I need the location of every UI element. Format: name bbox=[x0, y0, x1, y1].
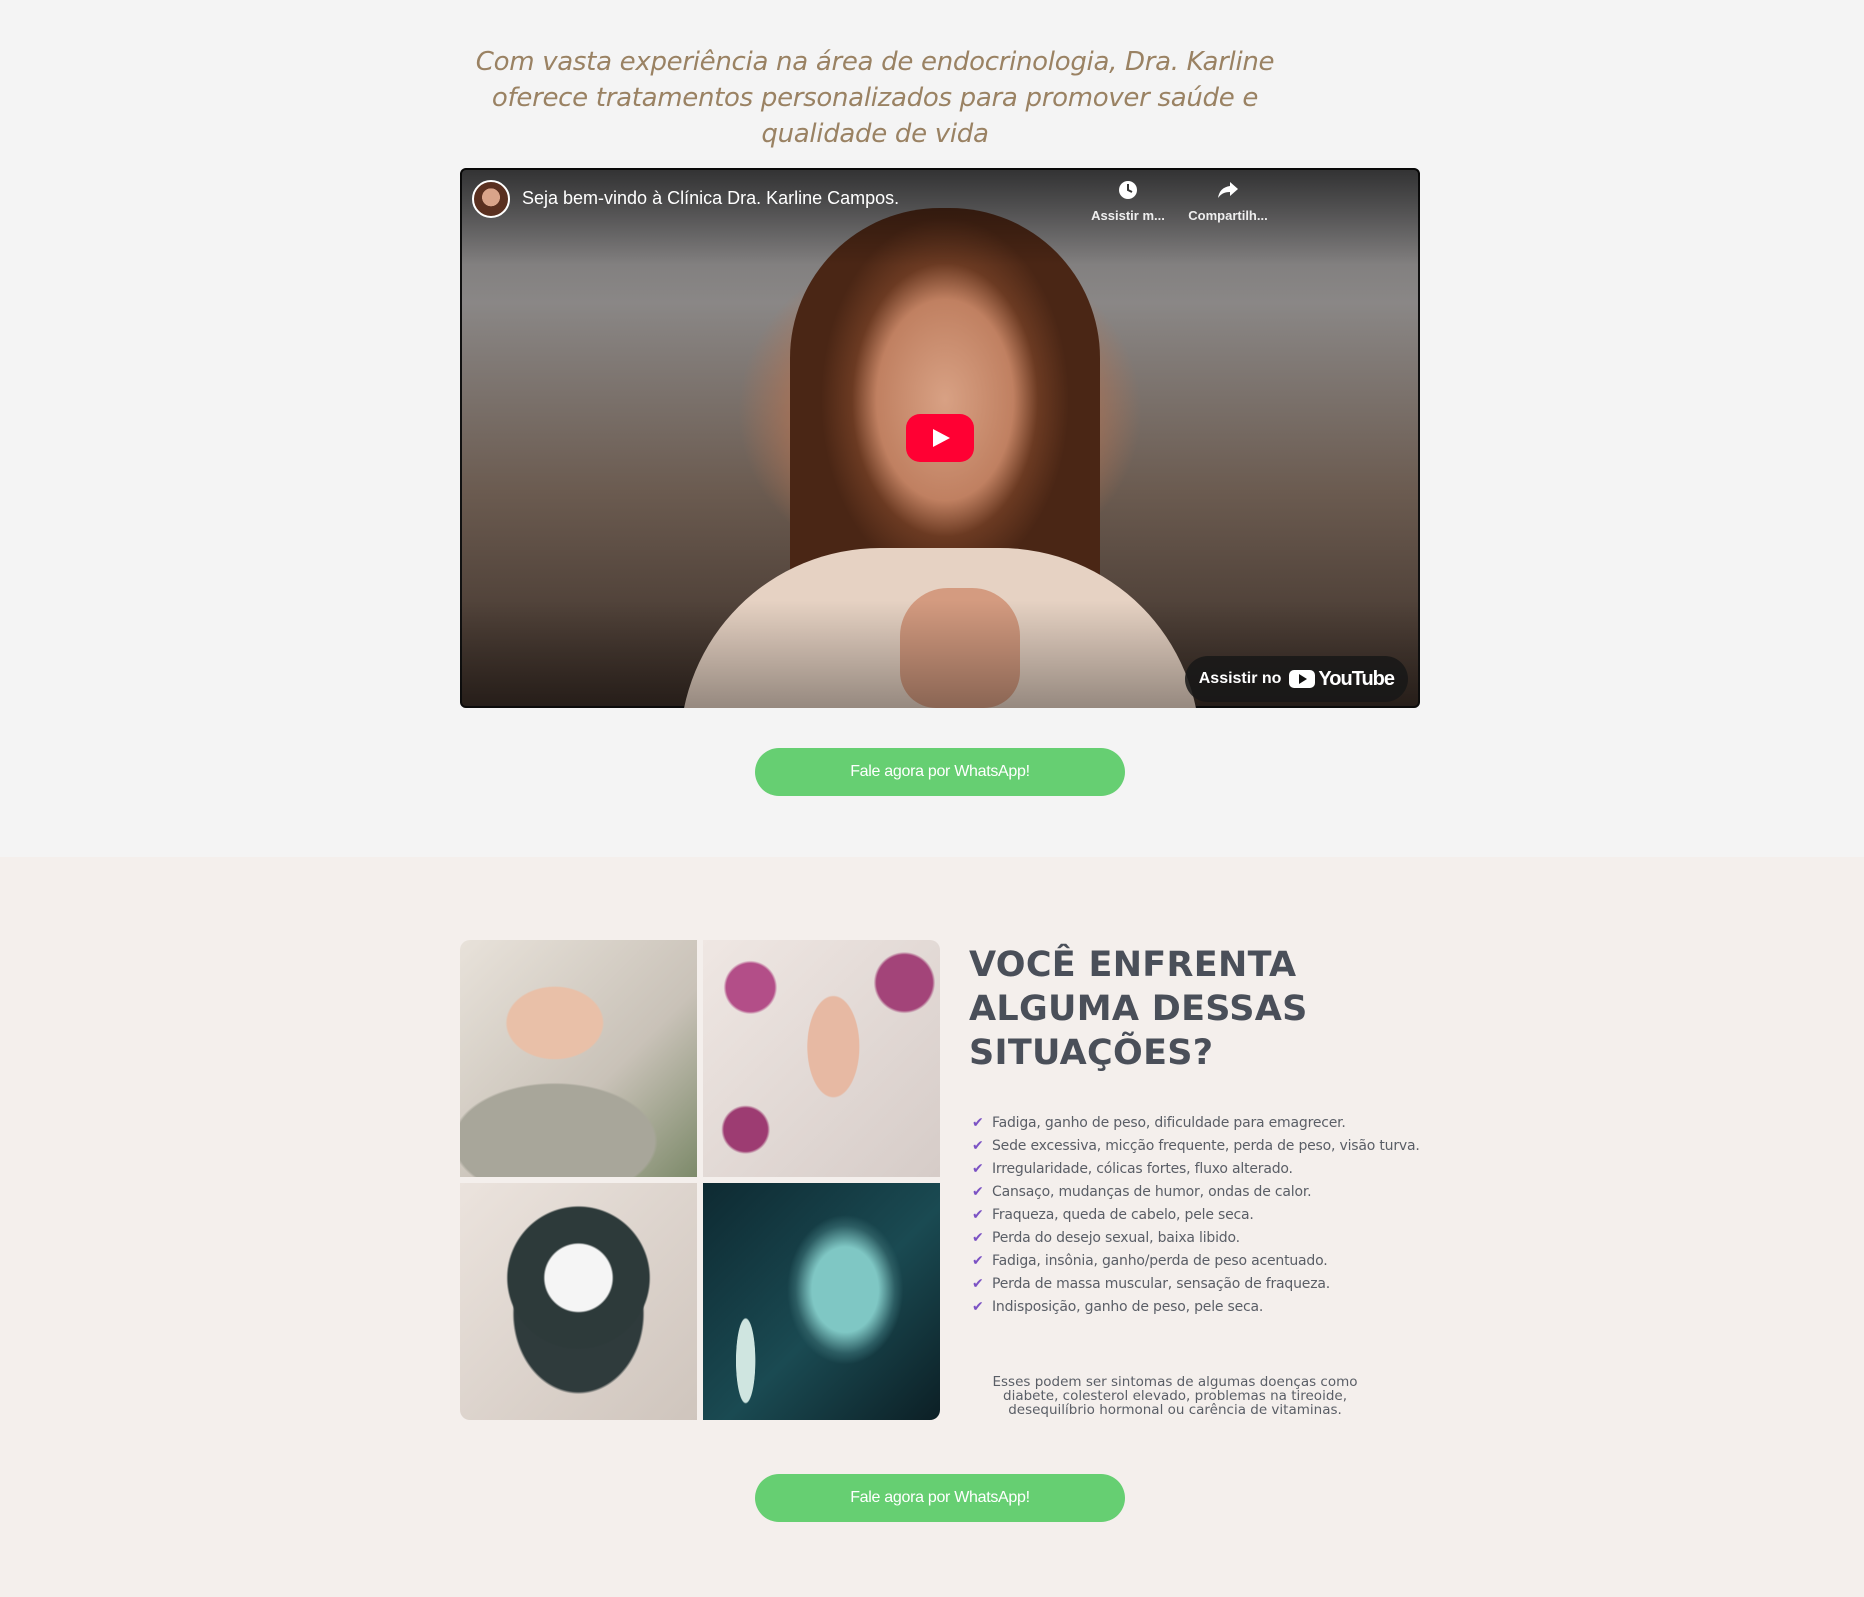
watch-on-label: Assistir no bbox=[1198, 670, 1282, 687]
check-icon: ✔ bbox=[972, 1184, 984, 1200]
top-section: Com vasta experiência na área de endocri… bbox=[0, 0, 1864, 857]
check-icon: ✔ bbox=[972, 1138, 984, 1154]
watch-on-youtube-button[interactable]: Assistir no YouTube bbox=[1184, 656, 1408, 702]
image-tired-woman bbox=[460, 940, 697, 1177]
video-title[interactable]: Seja bem-vindo à Clínica Dra. Karline Ca… bbox=[522, 188, 899, 209]
check-icon: ✔ bbox=[972, 1253, 984, 1269]
youtube-logo: YouTube bbox=[1289, 667, 1395, 691]
channel-avatar[interactable] bbox=[472, 180, 510, 218]
clock-icon bbox=[1083, 180, 1173, 208]
list-item: ✔ Fadiga, ganho de peso, dificuldade para… bbox=[972, 1112, 1432, 1135]
symptoms-image-grid bbox=[460, 940, 940, 1420]
list-item: ✔ Perda de massa muscular, sensação de fr… bbox=[972, 1273, 1432, 1296]
share-button[interactable]: Compartilh... bbox=[1183, 180, 1273, 223]
symptoms-list: ✔ Fadiga, ganho de peso, dificuldade para… bbox=[972, 1112, 1432, 1319]
play-button[interactable] bbox=[906, 414, 974, 462]
whatsapp-cta-top[interactable]: Fale agora por WhatsApp! bbox=[755, 748, 1125, 796]
list-item: ✔ Perda do desejo sexual, baixa libido. bbox=[972, 1227, 1432, 1250]
share-icon bbox=[1183, 180, 1273, 208]
list-item: ✔ Cansaço, mudanças de humor, ondas de ca… bbox=[972, 1181, 1432, 1204]
youtube-play-icon bbox=[1289, 670, 1316, 688]
image-skeleton-head bbox=[703, 1183, 940, 1420]
image-hand-virus bbox=[703, 940, 940, 1177]
whatsapp-cta-bottom[interactable]: Fale agora por WhatsApp! bbox=[755, 1474, 1125, 1522]
list-item: ✔ Sede excessiva, micção frequente, perda… bbox=[972, 1135, 1432, 1158]
check-icon: ✔ bbox=[972, 1161, 984, 1177]
youtube-wordmark: YouTube bbox=[1318, 667, 1395, 690]
intro-text: Com vasta experiência na área de endocri… bbox=[475, 47, 1275, 149]
video-player[interactable]: Seja bem-vindo à Clínica Dra. Karline Ca… bbox=[460, 168, 1420, 708]
list-item: ✔ Fraqueza, queda de cabelo, pele seca. bbox=[972, 1204, 1432, 1227]
check-icon: ✔ bbox=[972, 1207, 984, 1223]
check-icon: ✔ bbox=[972, 1276, 984, 1292]
list-item: ✔ Fadiga, insônia, ganho/perda de peso ac… bbox=[972, 1250, 1432, 1273]
watch-later-label: Assistir m... bbox=[1091, 208, 1165, 223]
share-label: Compartilh... bbox=[1188, 208, 1268, 223]
check-icon: ✔ bbox=[972, 1299, 984, 1315]
watch-later-button[interactable]: Assistir m... bbox=[1083, 180, 1173, 223]
check-icon: ✔ bbox=[972, 1115, 984, 1131]
list-item: ✔ Irregularidade, cólicas fortes, fluxo a… bbox=[972, 1158, 1432, 1181]
image-scale bbox=[460, 1183, 697, 1420]
check-icon: ✔ bbox=[972, 1230, 984, 1246]
situations-heading: VOCÊ ENFRENTA ALGUMA DESSAS SITUAÇÕES? bbox=[969, 945, 1308, 1073]
symptoms-note: Esses podem ser sintomas de algumas doen… bbox=[992, 1374, 1358, 1418]
situations-section: VOCÊ ENFRENTA ALGUMA DESSAS SITUAÇÕES? ✔… bbox=[0, 857, 1864, 1597]
list-item: ✔ Indisposição, ganho de peso, pele seca. bbox=[972, 1296, 1432, 1319]
